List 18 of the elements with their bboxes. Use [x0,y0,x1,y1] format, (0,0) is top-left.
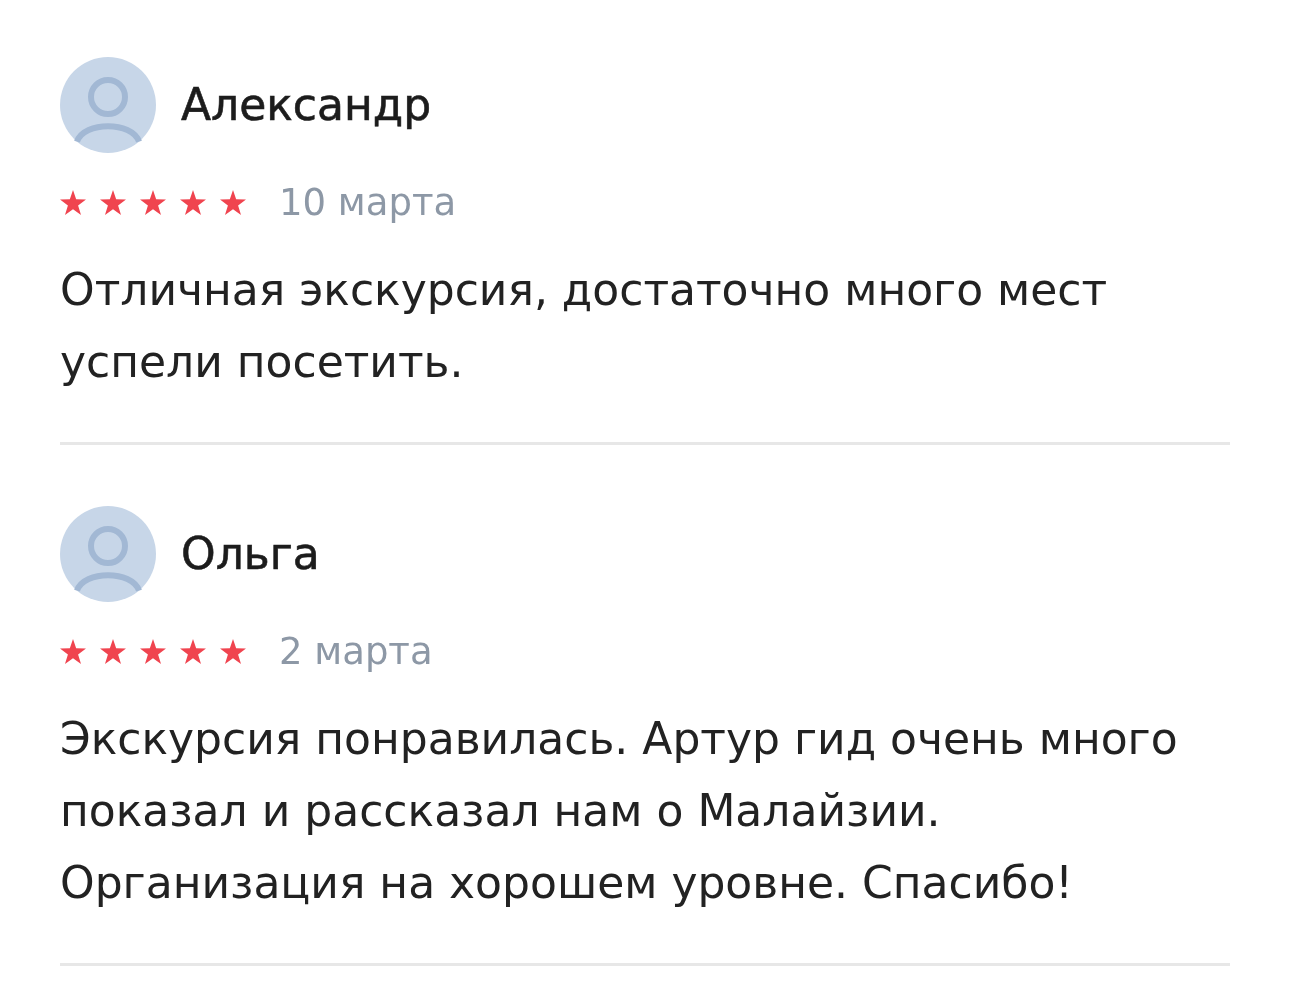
star-icon [140,190,166,215]
star-icon [180,639,206,664]
review-date: 2 марта [279,630,433,673]
star-icon [60,639,86,664]
star-icon [100,639,126,664]
user-avatar-icon [60,506,156,602]
star-icon [140,639,166,664]
user-avatar-icon [60,57,156,153]
star-icon [60,190,86,215]
review-date: 10 марта [279,181,457,224]
star-icon [220,190,246,215]
star-icon [100,190,126,215]
review-text: Отличная экскурсия, достаточно много мест успели посетить. [60,263,1109,389]
star-icon [180,190,206,215]
review-text: Экскурсия понравилась. Артур гид очень много показал и рассказал нам о Малайзии. Организация на хорошем уровне. Спасибо! [60,712,1179,910]
author-name: Александр [181,78,432,132]
star-icon [220,639,246,664]
author-name: Ольга [181,527,320,581]
